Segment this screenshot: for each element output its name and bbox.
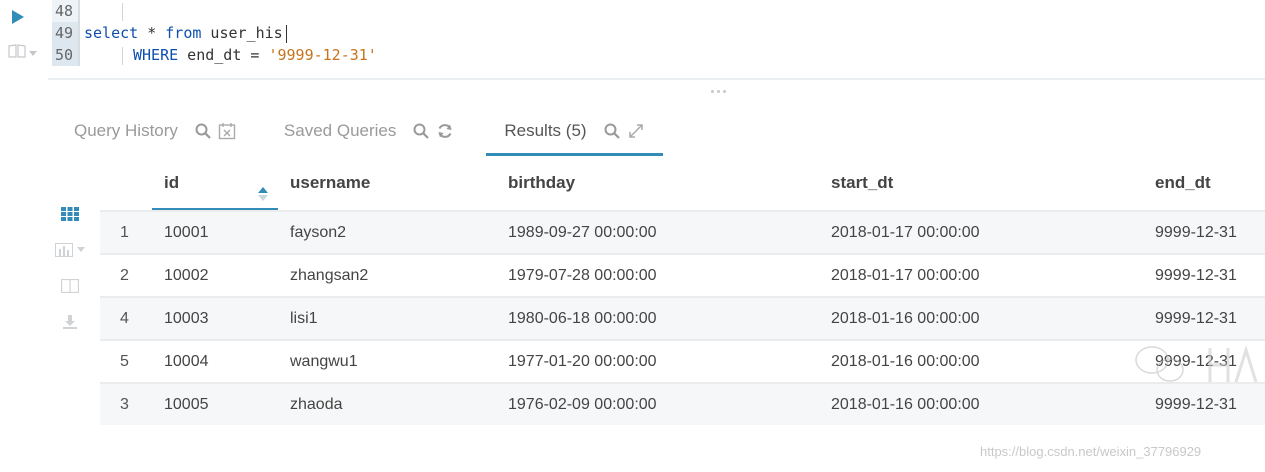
column-header-end-dt[interactable]: end_dt <box>1143 160 1265 210</box>
columns-icon[interactable] <box>48 268 92 304</box>
tab-query-history[interactable]: Query History <box>56 108 254 154</box>
row-index: 2 <box>120 266 129 284</box>
row-index: 4 <box>120 309 129 327</box>
column-header-username[interactable]: username <box>278 160 496 210</box>
cell-end-dt[interactable]: 9999-12-31 <box>1143 396 1265 414</box>
column-header-label: username <box>290 173 371 192</box>
column-header-label: start_dt <box>831 173 894 192</box>
table-row[interactable]: 5 10004 wangwu1 1977-01-20 00:00:00 2018… <box>100 339 1265 382</box>
sql-keyword: WHERE <box>133 46 179 64</box>
row-index: 5 <box>120 352 129 370</box>
chevron-down-icon <box>29 44 37 62</box>
sql-keyword: from <box>165 24 202 42</box>
cell-username[interactable]: fayson2 <box>278 224 496 242</box>
watermark-url: https://blog.csdn.net/weixin_37796929 <box>980 444 1202 459</box>
wechat-logo-icon <box>1132 340 1265 390</box>
text-cursor <box>285 24 287 43</box>
grid-icon[interactable] <box>48 196 92 232</box>
column-header-id[interactable]: id <box>152 160 278 210</box>
search-icon[interactable] <box>194 122 212 140</box>
result-tabs: Query History Saved Queries Results (5) <box>56 108 663 158</box>
search-icon[interactable] <box>412 122 430 140</box>
row-index: 3 <box>120 395 129 413</box>
editor-divider <box>48 78 1265 80</box>
cell-id[interactable]: 10002 <box>152 267 278 285</box>
cell-id[interactable]: 10004 <box>152 353 278 371</box>
tab-saved-queries[interactable]: Saved Queries <box>266 108 472 154</box>
cell-end-dt[interactable]: 9999-12-31 <box>1143 267 1265 285</box>
code-line-48[interactable] <box>84 0 377 22</box>
cell-birthday[interactable]: 1977-01-20 00:00:00 <box>496 353 819 371</box>
table-row[interactable]: 1 10001 fayson2 1989-09-27 00:00:00 2018… <box>100 210 1265 253</box>
book-icon <box>8 43 26 63</box>
column-header-label: birthday <box>508 173 576 192</box>
cell-birthday[interactable]: 1980-06-18 00:00:00 <box>496 310 819 328</box>
search-icon[interactable] <box>603 122 621 140</box>
cell-username[interactable]: zhangsan2 <box>278 267 496 285</box>
sql-keyword: select <box>84 24 139 42</box>
table-row[interactable]: 4 10003 lisi1 1980-06-18 00:00:00 2018-0… <box>100 296 1265 339</box>
row-index-header <box>100 160 152 210</box>
code-line-50[interactable]: WHERE end_dt = '9999-12-31' <box>84 44 377 66</box>
cell-start-dt[interactable]: 2018-01-16 00:00:00 <box>819 310 1143 328</box>
cell-end-dt[interactable]: 9999-12-31 <box>1143 310 1265 328</box>
resize-handle[interactable] <box>711 90 729 94</box>
code-line-49[interactable]: select * from user_his <box>84 22 377 44</box>
bar-chart-icon[interactable] <box>48 232 92 268</box>
line-number: 49 <box>52 22 78 44</box>
cell-id[interactable]: 10005 <box>152 396 278 414</box>
sql-text: user_his <box>201 24 283 42</box>
cell-username[interactable]: zhaoda <box>278 396 496 414</box>
tab-label: Query History <box>74 121 178 140</box>
row-index: 1 <box>120 223 129 241</box>
cell-start-dt[interactable]: 2018-01-17 00:00:00 <box>819 267 1143 285</box>
cell-username[interactable]: lisi1 <box>278 310 496 328</box>
sql-text: end_dt = <box>178 46 269 64</box>
column-header-label: end_dt <box>1155 173 1211 192</box>
play-icon[interactable] <box>10 9 26 25</box>
tab-label: Results (5) <box>504 121 587 140</box>
tab-results[interactable]: Results (5) <box>486 108 663 156</box>
table-row[interactable]: 3 10005 zhaoda 1976-02-09 00:00:00 2018-… <box>100 382 1265 425</box>
tab-label: Saved Queries <box>283 121 397 140</box>
gutter-separator <box>78 0 80 66</box>
table-header: id username birthday start_dt end_dt <box>100 160 1265 210</box>
expand-icon[interactable] <box>627 122 645 140</box>
cell-username[interactable]: wangwu1 <box>278 353 496 371</box>
table-body: 1 10001 fayson2 1989-09-27 00:00:00 2018… <box>100 210 1265 425</box>
sql-string: '9999-12-31' <box>268 46 377 64</box>
sql-text: * <box>138 24 166 42</box>
column-header-label: id <box>164 173 180 192</box>
line-number: 48 <box>52 0 78 22</box>
column-header-start-dt[interactable]: start_dt <box>819 160 1143 210</box>
refresh-icon[interactable] <box>436 122 454 140</box>
column-header-birthday[interactable]: birthday <box>496 160 819 210</box>
cell-end-dt[interactable]: 9999-12-31 <box>1143 224 1265 242</box>
line-number: 50 <box>52 44 78 66</box>
sql-editor[interactable]: 48 49 50 select * from user_his WHERE en… <box>0 0 1265 80</box>
cell-id[interactable]: 10003 <box>152 310 278 328</box>
snippets-dropdown[interactable] <box>8 43 46 63</box>
table-row[interactable]: 2 10002 zhangsan2 1979-07-28 00:00:00 20… <box>100 253 1265 296</box>
sort-asc-icon[interactable] <box>258 174 268 201</box>
calendar-clear-icon[interactable] <box>218 122 236 140</box>
cell-start-dt[interactable]: 2018-01-17 00:00:00 <box>819 224 1143 242</box>
code-area[interactable]: select * from user_his WHERE end_dt = '9… <box>84 0 377 66</box>
results-table: id username birthday start_dt end_dt 1 1… <box>100 160 1265 425</box>
cell-start-dt[interactable]: 2018-01-16 00:00:00 <box>819 353 1143 371</box>
cell-id[interactable]: 10001 <box>152 224 278 242</box>
cell-birthday[interactable]: 1976-02-09 00:00:00 <box>496 396 819 414</box>
line-gutter: 48 49 50 <box>52 0 78 66</box>
download-icon[interactable] <box>48 304 92 340</box>
result-view-rail <box>48 196 92 340</box>
cell-birthday[interactable]: 1989-09-27 00:00:00 <box>496 224 819 242</box>
cell-birthday[interactable]: 1979-07-28 00:00:00 <box>496 267 819 285</box>
chevron-down-icon <box>77 247 85 252</box>
cell-start-dt[interactable]: 2018-01-16 00:00:00 <box>819 396 1143 414</box>
